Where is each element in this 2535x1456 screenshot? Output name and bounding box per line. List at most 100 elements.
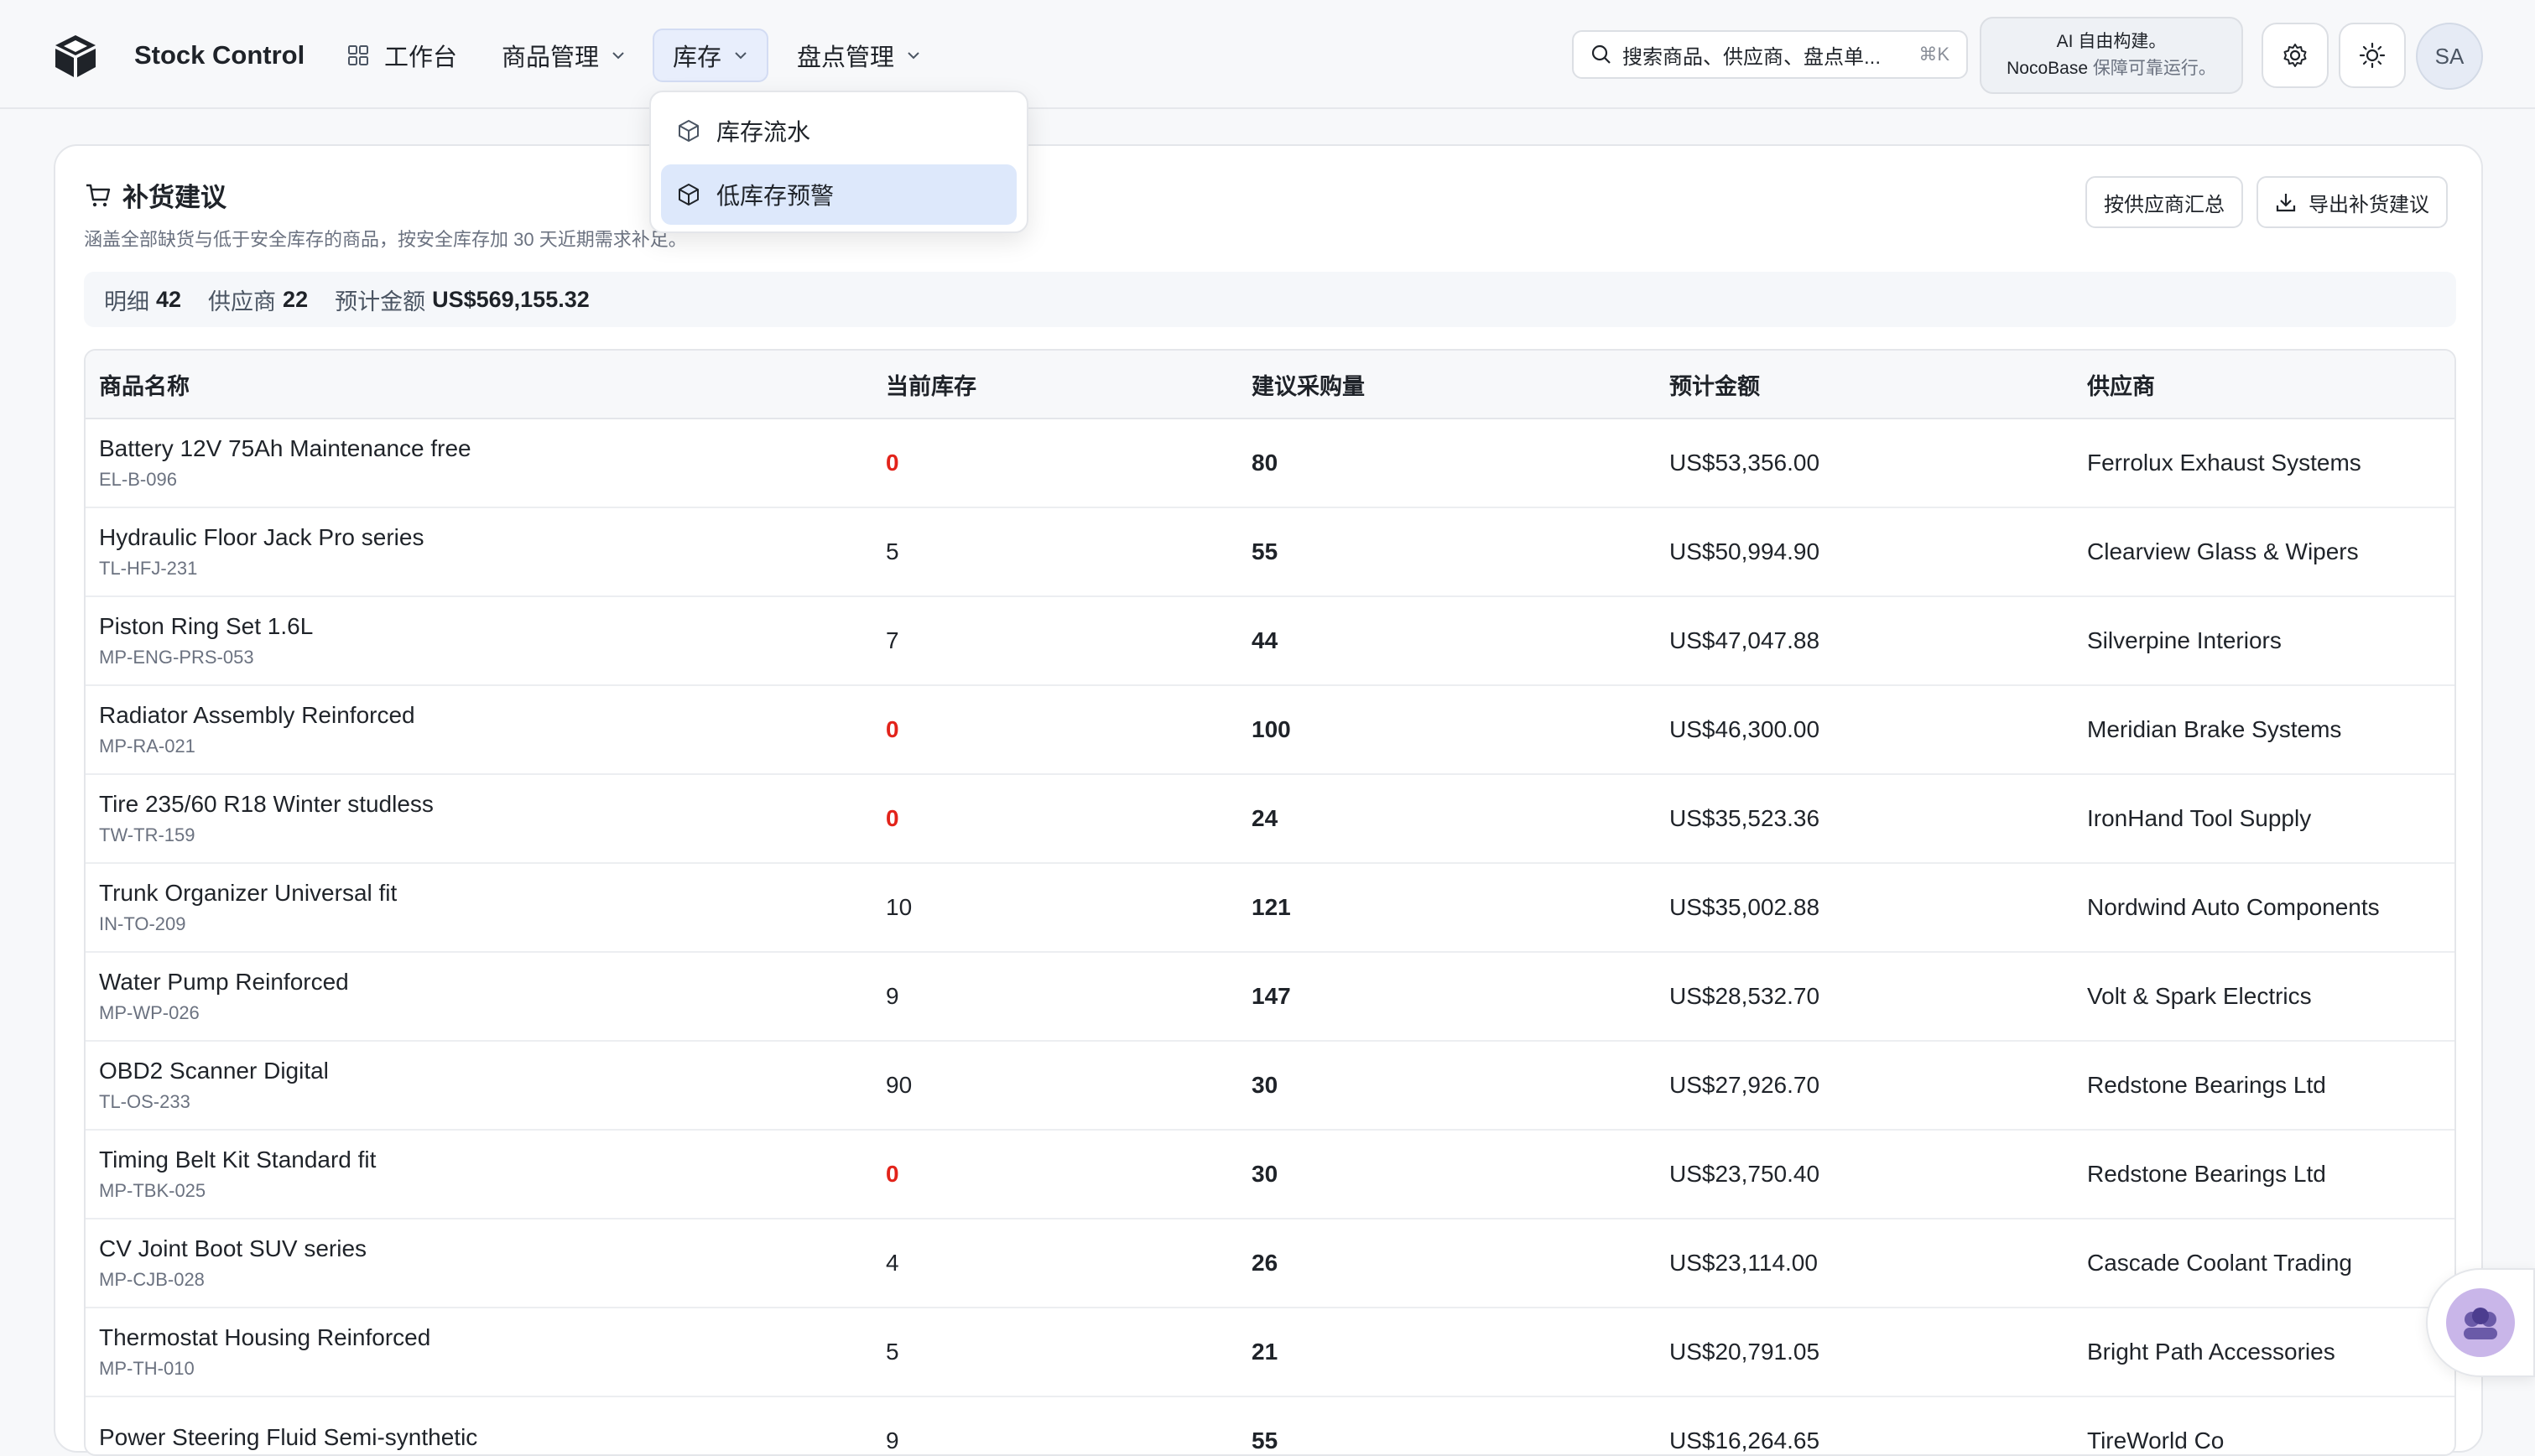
summary-suppliers-value: 22: [283, 286, 309, 312]
box-icon: [679, 120, 699, 142]
amount-cell: US$50,994.90: [1669, 538, 1820, 564]
global-search[interactable]: 搜索商品、供应商、盘点单... ⌘K: [1572, 30, 1968, 79]
search-shortcut: ⌘K: [1918, 44, 1949, 65]
product-name: Timing Belt Kit Standard fit: [99, 1147, 377, 1173]
qty-cell: 55: [1252, 508, 1278, 595]
brand[interactable]: Stock Control: [50, 30, 305, 81]
table-row[interactable]: Battery 12V 75Ah Maintenance free EL-B-09…: [86, 419, 2454, 508]
stock-cell: 5: [886, 1308, 899, 1396]
stock-value: 4: [886, 1250, 899, 1276]
qty-cell: 121: [1252, 864, 1291, 951]
product-cell: OBD2 Scanner Digital TL-OS-233: [99, 1042, 329, 1129]
col-header-qty[interactable]: 建议采购量: [1252, 351, 1365, 418]
table-row[interactable]: Trunk Organizer Universal fit IN-TO-209 1…: [86, 864, 2454, 953]
product-name: Tire 235/60 R18 Winter studless: [99, 791, 434, 817]
search-placeholder: 搜索商品、供应商、盘点单...: [1622, 45, 1882, 69]
supplier-cell: Redstone Bearings Ltd: [2087, 1072, 2326, 1098]
stock-cell: 9: [886, 953, 899, 1040]
nav-workbench-label: 工作台: [384, 44, 458, 71]
amount-cell: US$35,002.88: [1669, 894, 1820, 920]
table-row[interactable]: Piston Ring Set 1.6L MP-ENG-PRS-053 7 44 …: [86, 597, 2454, 686]
product-cell: Power Steering Fluid Semi-synthetic: [99, 1397, 477, 1454]
supplier-cell: Silverpine Interiors: [2087, 627, 2282, 653]
menu-item-low-stock-alert[interactable]: 低库存预警: [661, 164, 1017, 225]
product-name: Thermostat Housing Reinforced: [99, 1324, 431, 1350]
nav-products-wrap: 商品管理: [502, 29, 626, 82]
theme-toggle-button[interactable]: [2339, 23, 2406, 88]
nav-stocktake[interactable]: 盘点管理: [797, 29, 921, 82]
nav-products[interactable]: 商品管理: [502, 29, 626, 82]
product-sku: MP-ENG-PRS-053: [99, 647, 254, 668]
ai-assistant-avatar-icon: [2446, 1288, 2515, 1357]
gear-icon: [2283, 44, 2307, 67]
amount-cell: US$47,047.88: [1669, 627, 1820, 653]
table-row[interactable]: Power Steering Fluid Semi-synthetic 9 55…: [86, 1397, 2454, 1454]
stock-cell: 0: [886, 686, 899, 773]
stock-value: 9: [886, 983, 899, 1009]
product-name: Piston Ring Set 1.6L: [99, 613, 314, 639]
supplier-cell: Ferrolux Exhaust Systems: [2087, 450, 2361, 476]
product-cell: Piston Ring Set 1.6L MP-ENG-PRS-053: [99, 597, 313, 684]
qty-value: 55: [1252, 538, 1278, 564]
col-header-supplier[interactable]: 供应商: [2087, 351, 2155, 418]
table-header: 商品名称 当前库存 建议采购量 预计金额 供应商: [86, 351, 2454, 419]
logo-cube-icon: [55, 35, 96, 77]
stock-cell: 5: [886, 508, 899, 595]
table-row[interactable]: Water Pump Reinforced MP-WP-026 9 147 US$…: [86, 953, 2454, 1042]
product-sku: MP-TBK-025: [99, 1180, 206, 1201]
promo-tagline: 保障可靠运行。: [2088, 59, 2216, 78]
stock-cell: 9: [886, 1397, 899, 1454]
grid-icon: [348, 45, 368, 65]
qty-cell: 44: [1252, 597, 1278, 684]
table-row[interactable]: Radiator Assembly Reinforced MP-RA-021 0 …: [86, 686, 2454, 775]
stock-cell: 0: [886, 1131, 899, 1218]
menu-item-stock-ledger[interactable]: 库存流水: [661, 101, 1017, 161]
table-row[interactable]: Thermostat Housing Reinforced MP-TH-010 5…: [86, 1308, 2454, 1397]
stock-value: 9: [886, 1427, 899, 1453]
amount-cell: US$16,264.65: [1669, 1427, 1820, 1453]
summary-amount-label: 预计金额: [335, 289, 426, 315]
supplier-cell: IronHand Tool Supply: [2087, 805, 2312, 831]
supplier-cell: Nordwind Auto Components: [2087, 894, 2380, 920]
product-name: CV Joint Boot SUV series: [99, 1235, 367, 1261]
chevron-down-icon: [908, 52, 919, 60]
product-cell: Trunk Organizer Universal fit IN-TO-209: [99, 864, 397, 951]
table-row[interactable]: Timing Belt Kit Standard fit MP-TBK-025 0…: [86, 1131, 2454, 1219]
supplier-cell: TireWorld Co: [2087, 1427, 2225, 1453]
table-row[interactable]: Tire 235/60 R18 Winter studless TW-TR-159…: [86, 775, 2454, 864]
export-button[interactable]: 导出补货建议: [2257, 176, 2448, 228]
qty-value: 24: [1252, 805, 1278, 831]
ai-assistant-launcher[interactable]: [2426, 1268, 2535, 1377]
chevron-down-icon: [612, 52, 624, 60]
table-row[interactable]: OBD2 Scanner Digital TL-OS-233 90 30 US$2…: [86, 1042, 2454, 1131]
qty-cell: 30: [1252, 1042, 1278, 1129]
chevron-down-icon: [735, 52, 747, 60]
settings-button[interactable]: [2262, 23, 2329, 88]
qty-cell: 55: [1252, 1397, 1278, 1454]
qty-cell: 80: [1252, 419, 1278, 507]
stock-value: 0: [886, 1161, 899, 1187]
sun-icon: [2359, 42, 2386, 69]
supplier-cell: Volt & Spark Electrics: [2087, 983, 2312, 1009]
product-cell: Battery 12V 75Ah Maintenance free EL-B-09…: [99, 419, 471, 507]
nav-workbench[interactable]: 工作台: [347, 29, 457, 82]
by-supplier-button[interactable]: 按供应商汇总: [2085, 176, 2243, 228]
nav-products-label: 商品管理: [502, 44, 600, 71]
product-cell: Timing Belt Kit Standard fit MP-TBK-025: [99, 1131, 376, 1218]
by-supplier-label: 按供应商汇总: [2104, 193, 2225, 216]
restock-table: 商品名称 当前库存 建议采购量 预计金额 供应商 Battery 12V 75A…: [84, 349, 2456, 1456]
promo-line1: AI 自由构建。: [2056, 32, 2167, 51]
table-row[interactable]: Hydraulic Floor Jack Pro series TL-HFJ-23…: [86, 508, 2454, 597]
download-icon: [2276, 194, 2296, 212]
product-sku: IN-TO-209: [99, 913, 186, 934]
user-avatar[interactable]: SA: [2416, 23, 2483, 90]
col-header-name[interactable]: 商品名称: [99, 351, 190, 418]
amount-cell: US$23,750.40: [1669, 1161, 1820, 1187]
table-row[interactable]: CV Joint Boot SUV series MP-CJB-028 4 26 …: [86, 1219, 2454, 1308]
col-header-stock[interactable]: 当前库存: [886, 351, 976, 418]
nav-inventory[interactable]: 库存: [653, 29, 769, 82]
nocobase-promo[interactable]: AI 自由构建。 NocoBase 保障可靠运行。: [1980, 17, 2243, 94]
col-header-amount[interactable]: 预计金额: [1669, 351, 1760, 418]
product-sku: TL-OS-233: [99, 1091, 190, 1112]
qty-cell: 24: [1252, 775, 1278, 862]
